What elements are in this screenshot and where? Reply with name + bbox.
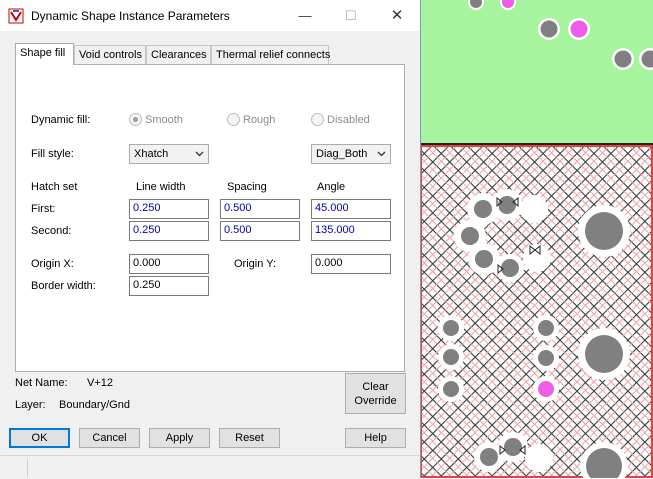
tab-thermal-relief-connects[interactable]: Thermal relief connects xyxy=(211,45,329,64)
tab-shape-fill[interactable]: Shape fill xyxy=(15,43,74,65)
ok-button[interactable]: OK xyxy=(9,428,70,448)
cancel-button[interactable]: Cancel xyxy=(79,428,140,448)
tab-clearances[interactable]: Clearances xyxy=(146,45,211,64)
status-bar xyxy=(0,455,420,479)
radio-smooth-label: Smooth xyxy=(145,114,183,126)
maximize-button[interactable]: ☐ xyxy=(328,0,374,31)
radio-rough[interactable] xyxy=(227,113,240,126)
window-title: Dynamic Shape Instance Parameters xyxy=(31,9,230,23)
col-line-width-label: Line width xyxy=(136,181,186,193)
second-line-width-field[interactable]: 0.250 xyxy=(129,221,209,241)
fill-style-select[interactable]: Xhatch xyxy=(129,144,209,164)
first-angle-field[interactable]: 45.000 xyxy=(311,199,391,219)
clear-override-button[interactable]: Clear Override xyxy=(345,373,406,414)
dialog-window: Dynamic Shape Instance Parameters — ☐ ✕ … xyxy=(0,0,421,478)
radio-disabled[interactable] xyxy=(311,113,324,126)
hatch-direction-value: Diag_Both xyxy=(316,148,367,160)
clear-override-line2: Override xyxy=(354,395,396,407)
app-icon xyxy=(8,8,24,24)
net-name-value: V+12 xyxy=(87,377,113,389)
tab-void-controls[interactable]: Void controls xyxy=(74,45,146,64)
radio-rough-label: Rough xyxy=(243,114,275,126)
hatch-direction-select[interactable]: Diag_Both xyxy=(311,144,391,164)
fill-style-label: Fill style: xyxy=(31,148,74,160)
fill-style-value: Xhatch xyxy=(134,148,168,160)
layer-label: Layer: xyxy=(15,399,46,411)
hatch-set-label: Hatch set xyxy=(31,181,77,193)
first-row-label: First: xyxy=(31,203,55,215)
chevron-down-icon xyxy=(377,149,386,158)
copper-area-green xyxy=(420,0,653,143)
chevron-down-icon xyxy=(195,149,204,158)
dynamic-fill-label: Dynamic fill: xyxy=(31,114,90,126)
first-line-width-field[interactable]: 0.250 xyxy=(129,199,209,219)
minimize-button[interactable]: — xyxy=(282,0,328,31)
status-separator xyxy=(27,459,28,477)
origin-y-field[interactable]: 0.000 xyxy=(311,254,391,274)
second-spacing-field[interactable]: 0.500 xyxy=(220,221,300,241)
first-spacing-field[interactable]: 0.500 xyxy=(220,199,300,219)
col-spacing-label: Spacing xyxy=(227,181,267,193)
net-name-label: Net Name: xyxy=(15,377,68,389)
second-angle-field[interactable]: 135.000 xyxy=(311,221,391,241)
reset-button[interactable]: Reset xyxy=(219,428,280,448)
radio-disabled-label: Disabled xyxy=(327,114,370,126)
border-width-field[interactable]: 0.250 xyxy=(129,276,209,296)
layer-value: Boundary/Gnd xyxy=(59,399,130,411)
dynamic-shape-hatch xyxy=(420,145,653,478)
origin-y-label: Origin Y: xyxy=(234,258,276,270)
title-bar[interactable]: Dynamic Shape Instance Parameters — ☐ ✕ xyxy=(0,0,420,31)
close-button[interactable]: ✕ xyxy=(374,0,420,31)
radio-smooth[interactable] xyxy=(129,113,142,126)
second-row-label: Second: xyxy=(31,225,71,237)
origin-x-field[interactable]: 0.000 xyxy=(129,254,209,274)
origin-x-label: Origin X: xyxy=(31,258,74,270)
col-angle-label: Angle xyxy=(317,181,345,193)
apply-button[interactable]: Apply xyxy=(149,428,210,448)
border-width-label: Border width: xyxy=(31,280,96,292)
clear-override-line1: Clear xyxy=(362,381,388,393)
help-button[interactable]: Help xyxy=(345,428,406,448)
